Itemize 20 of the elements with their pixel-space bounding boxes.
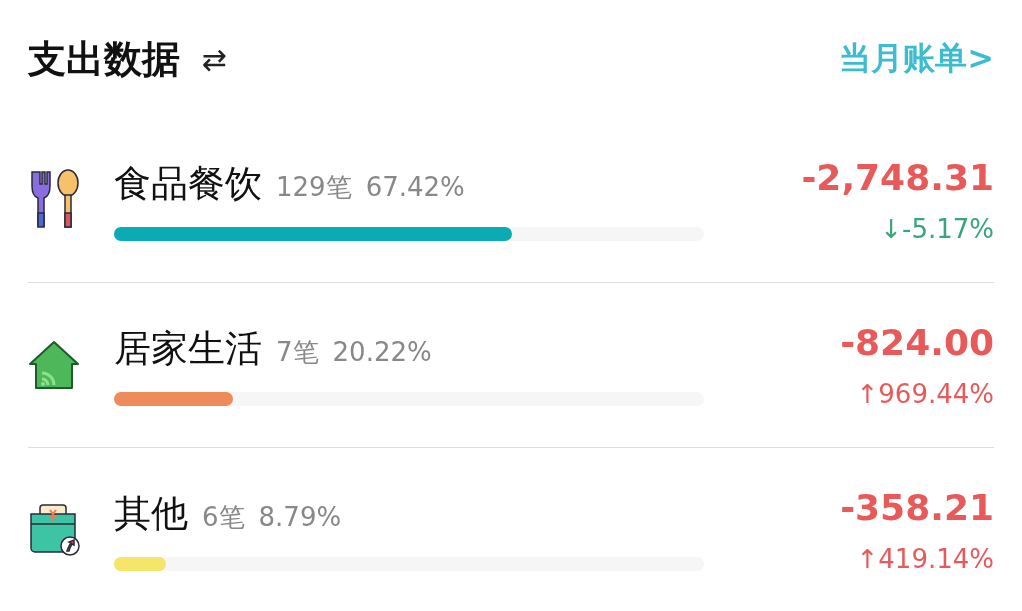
amount: -2,748.31 xyxy=(801,156,994,198)
transaction-count: 7笔 xyxy=(276,336,319,369)
category-name: 其他 xyxy=(114,491,188,537)
amount: -824.00 xyxy=(840,321,994,363)
category-name: 食品餐饮 xyxy=(114,161,262,207)
wallet-icon xyxy=(28,502,82,558)
transaction-count: 6笔 xyxy=(202,501,245,534)
change-percent: ↑969.44% xyxy=(856,378,994,409)
transaction-count: 129笔 xyxy=(276,171,352,204)
amount: -358.21 xyxy=(840,486,994,528)
house-icon xyxy=(28,339,80,391)
change-percent: ↓-5.17% xyxy=(880,213,994,244)
change-percent: ↑419.14% xyxy=(856,543,994,574)
share-percent: 67.42% xyxy=(365,172,465,202)
section-title: 支出数据 xyxy=(28,35,180,83)
fork-spoon-icon xyxy=(28,169,80,231)
share-percent: 8.79% xyxy=(258,502,342,532)
share-percent: 20.22% xyxy=(332,337,432,367)
switch-icon[interactable]: ⇄ xyxy=(202,41,228,77)
category-name: 居家生活 xyxy=(114,326,262,372)
